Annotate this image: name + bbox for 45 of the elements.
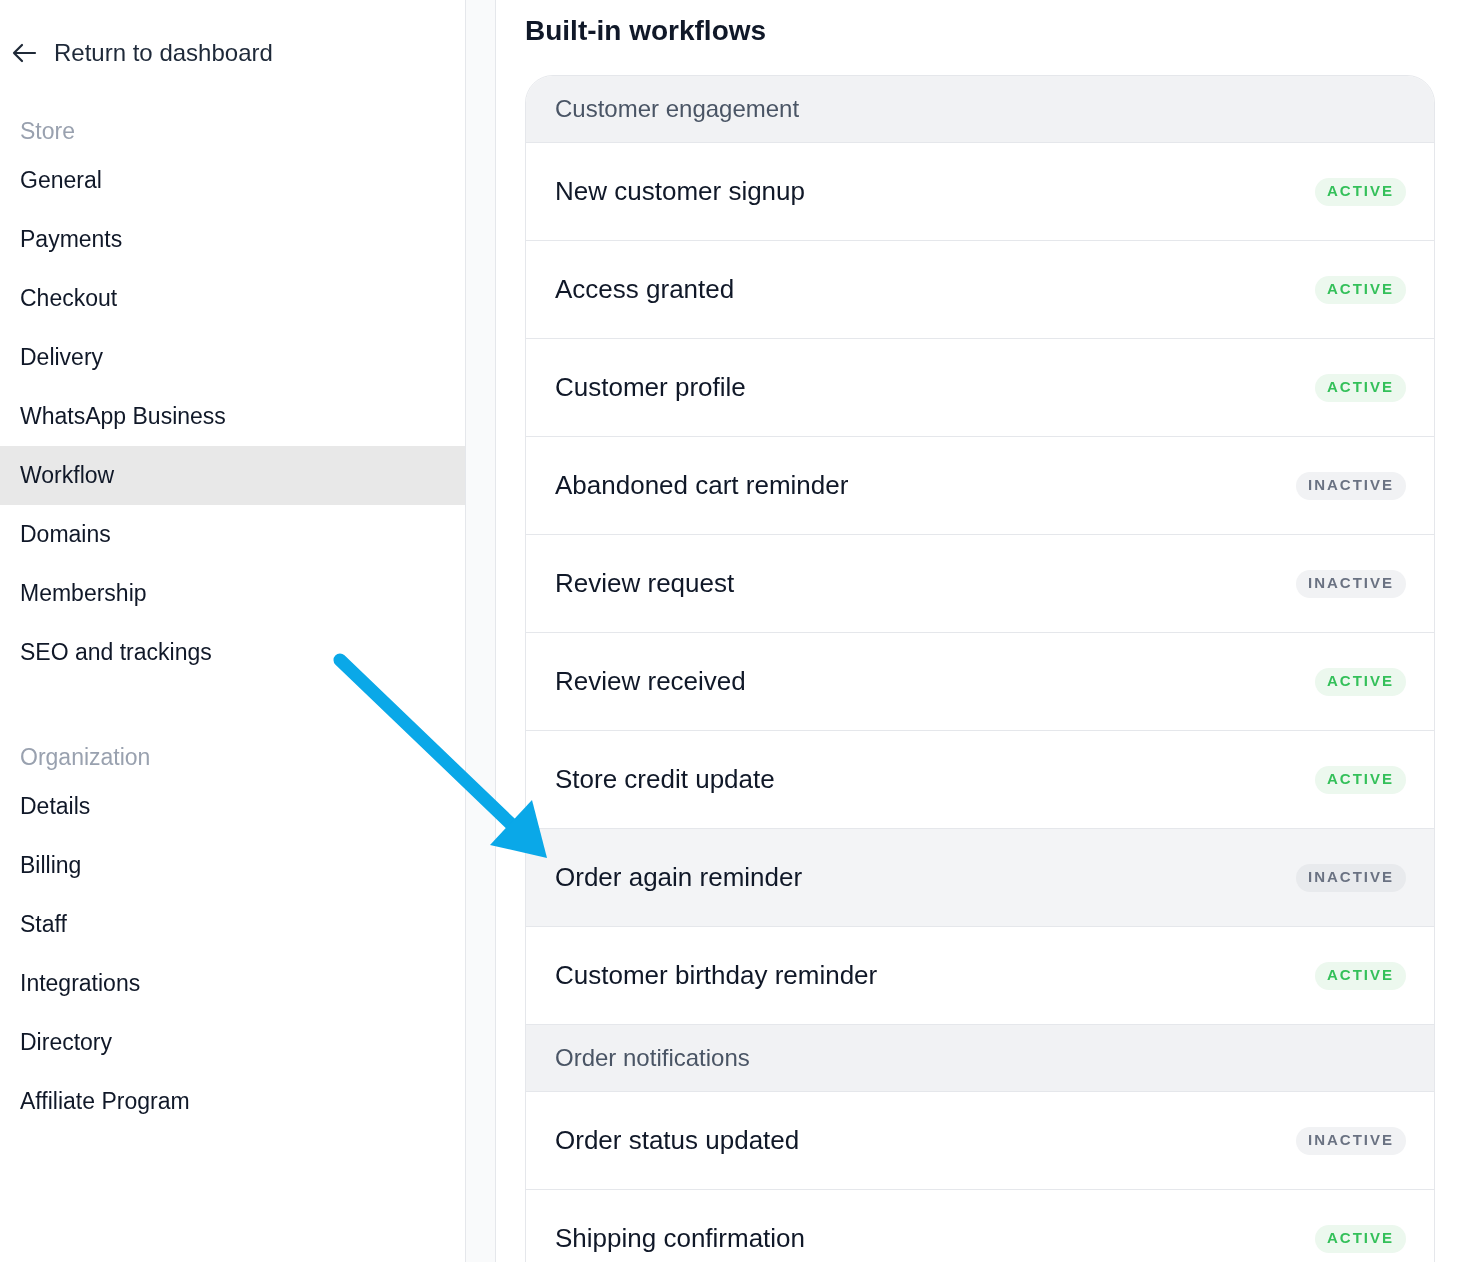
sidebar-item[interactable]: Membership bbox=[0, 564, 465, 623]
page-title: Built-in workflows bbox=[525, 14, 768, 48]
status-badge: ACTIVE bbox=[1315, 1224, 1406, 1253]
status-badge: ACTIVE bbox=[1315, 373, 1406, 402]
status-badge: INACTIVE bbox=[1296, 1126, 1406, 1155]
sidebar-item[interactable]: Payments bbox=[0, 210, 465, 269]
workflow-name: Review request bbox=[555, 567, 735, 600]
group-title: Customer engagement bbox=[555, 94, 800, 124]
sidebar-item[interactable]: Details bbox=[0, 777, 465, 836]
status-badge: INACTIVE bbox=[1296, 471, 1406, 500]
sidebar-section-title: Organization bbox=[19, 742, 152, 772]
status-badge: ACTIVE bbox=[1315, 961, 1406, 990]
sidebar-section-title: Store bbox=[19, 116, 76, 146]
workflow-name: Order again reminder bbox=[555, 861, 803, 894]
workflow-name: New customer signup bbox=[555, 175, 805, 208]
sidebar-item[interactable]: Staff bbox=[0, 895, 465, 954]
status-badge: ACTIVE bbox=[1315, 177, 1406, 206]
workflow-name: Customer birthday reminder bbox=[555, 959, 878, 992]
back-arrow-icon bbox=[11, 43, 37, 63]
sidebar-item[interactable]: WhatsApp Business bbox=[0, 387, 465, 446]
workflow-name: Order status updated bbox=[555, 1124, 800, 1157]
sidebar-item[interactable]: Directory bbox=[0, 1013, 465, 1072]
workflow-name: Store credit update bbox=[555, 763, 775, 796]
status-badge: INACTIVE bbox=[1296, 863, 1406, 892]
sidebar-item[interactable]: Checkout bbox=[0, 269, 465, 328]
workflow-name: Shipping confirmation bbox=[555, 1222, 806, 1255]
sidebar-item[interactable]: Billing bbox=[0, 836, 465, 895]
status-badge: INACTIVE bbox=[1296, 569, 1406, 598]
sidebar-item[interactable]: SEO and trackings bbox=[0, 623, 465, 682]
workflow-name: Access granted bbox=[555, 273, 735, 306]
sidebar-item[interactable]: Delivery bbox=[0, 328, 465, 387]
sidebar-item[interactable]: Workflow bbox=[0, 446, 465, 505]
sidebar-item[interactable]: General bbox=[0, 151, 465, 210]
group-title: Order notifications bbox=[555, 1043, 750, 1073]
sidebar-item[interactable]: Integrations bbox=[0, 954, 465, 1013]
status-badge: ACTIVE bbox=[1315, 667, 1406, 696]
sidebar-item[interactable]: Domains bbox=[0, 505, 465, 564]
status-badge: ACTIVE bbox=[1315, 765, 1406, 794]
workflow-name: Customer profile bbox=[555, 371, 746, 404]
back-link[interactable]: Return to dashboard bbox=[0, 33, 465, 73]
workflow-name: Review received bbox=[555, 665, 746, 698]
workflow-row[interactable]: Order again reminder INACTIVE bbox=[526, 829, 1434, 927]
status-badge: ACTIVE bbox=[1315, 275, 1406, 304]
sidebar-item[interactable]: Affiliate Program bbox=[0, 1072, 465, 1131]
workflow-name: Abandoned cart reminder bbox=[555, 469, 849, 502]
